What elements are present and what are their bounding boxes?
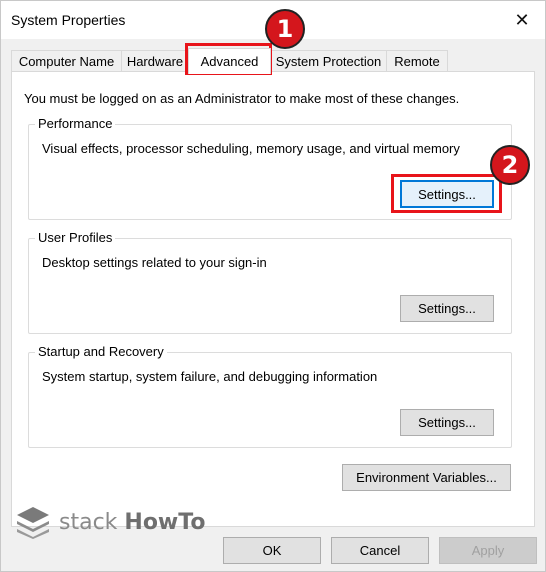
performance-group-title: Performance: [35, 116, 116, 131]
system-properties-window: System Properties ✕ Computer Name Hardwa…: [0, 0, 546, 572]
step-1-marker: 1: [265, 9, 305, 49]
watermark-text: stack HowTo: [59, 510, 205, 535]
stackhowto-watermark: stack HowTo: [15, 504, 205, 540]
startup-recovery-group-title: Startup and Recovery: [35, 344, 167, 359]
environment-variables-button[interactable]: Environment Variables...: [342, 464, 511, 491]
tab-label: Computer Name: [18, 54, 115, 69]
admin-note: You must be logged on as an Administrato…: [24, 91, 460, 106]
user-profiles-description: Desktop settings related to your sign-in: [42, 255, 267, 270]
close-button[interactable]: ✕: [499, 1, 545, 39]
tab-advanced[interactable]: Advanced: [188, 48, 271, 74]
layers-icon: [17, 507, 49, 539]
apply-button[interactable]: Apply: [439, 537, 537, 564]
window-title: System Properties: [11, 12, 126, 28]
cancel-button[interactable]: Cancel: [331, 537, 429, 564]
tab-system-protection[interactable]: System Protection: [270, 50, 387, 72]
step-2-marker: 2: [490, 145, 530, 185]
user-profiles-settings-button[interactable]: Settings...: [400, 295, 494, 322]
tab-computer-name[interactable]: Computer Name: [11, 50, 122, 72]
tab-label: Advanced: [200, 54, 259, 69]
settings-button-highlight: [391, 174, 502, 213]
startup-recovery-settings-button[interactable]: Settings...: [400, 409, 494, 436]
tab-label: Remote: [394, 54, 440, 69]
performance-description: Visual effects, processor scheduling, me…: [42, 141, 460, 156]
tab-label: System Protection: [275, 54, 382, 69]
watermark-brand-b: HowTo: [124, 509, 206, 535]
close-icon: ✕: [514, 9, 530, 30]
tab-label: Hardware: [126, 54, 184, 69]
watermark-brand-a: stack: [59, 509, 118, 535]
user-profiles-group-title: User Profiles: [35, 230, 116, 245]
tab-remote[interactable]: Remote: [386, 50, 448, 72]
startup-recovery-description: System startup, system failure, and debu…: [42, 369, 378, 384]
ok-button[interactable]: OK: [223, 537, 321, 564]
tab-hardware[interactable]: Hardware: [121, 50, 189, 72]
